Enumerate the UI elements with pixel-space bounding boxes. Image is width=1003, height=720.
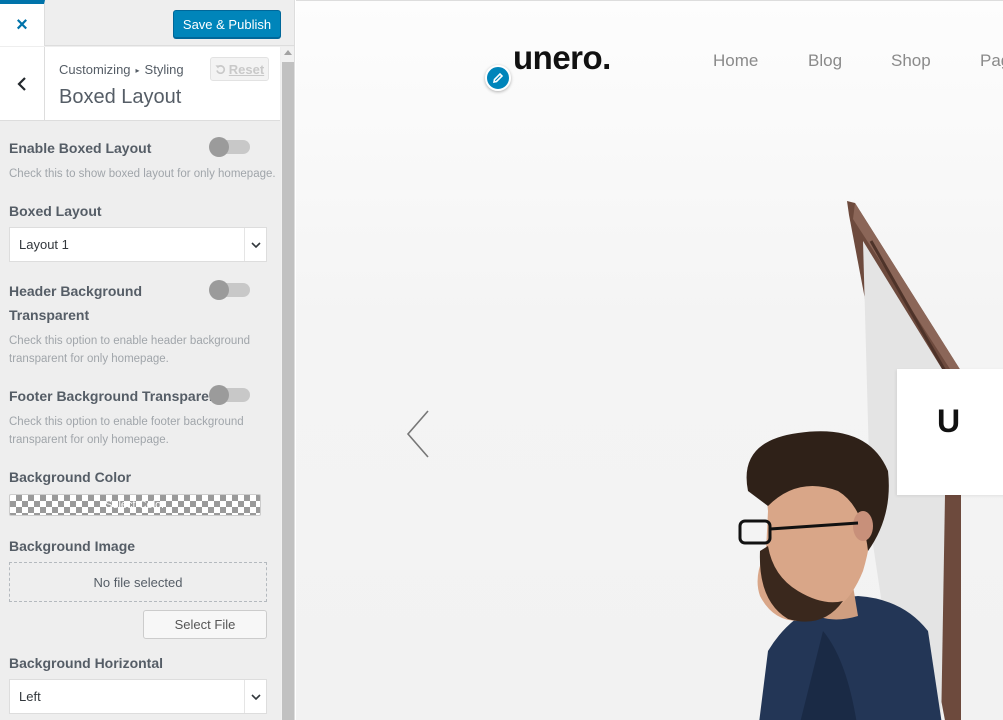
- chevron-down-icon: [244, 228, 266, 261]
- header-transparent-label-line2: Transparent: [9, 307, 90, 323]
- footer-transparent-toggle[interactable]: [209, 385, 250, 405]
- nav-item-pages[interactable]: Pag: [980, 51, 1003, 71]
- section-header: Customizing ▸ Styling Boxed Layout Reset: [0, 47, 280, 121]
- site-logo[interactable]: unero.: [513, 39, 611, 77]
- footer-transparent-description-line2: transparent for only homepage.: [9, 434, 169, 446]
- header-transparent-label-line1: Header Background: [9, 283, 143, 299]
- nav-item-blog[interactable]: Blog: [808, 51, 842, 71]
- background-color-label: Background Color: [9, 469, 132, 485]
- close-icon: ×: [16, 13, 28, 36]
- footer-transparent-description-line1: Check this option to enable footer backg…: [9, 416, 244, 428]
- reset-button[interactable]: Reset: [210, 57, 269, 81]
- background-horizontal-label: Background Horizontal: [9, 655, 164, 671]
- boxed-layout-value: Layout 1: [19, 237, 69, 252]
- enable-boxed-layout-toggle[interactable]: [209, 137, 250, 157]
- header-transparent-toggle[interactable]: [209, 280, 250, 300]
- slide-caption-text: U: [937, 403, 961, 439]
- background-horizontal-select[interactable]: Left: [9, 679, 267, 714]
- select-file-button[interactable]: Select File: [143, 610, 267, 639]
- reset-label: Reset: [228, 61, 265, 77]
- breadcrumb-parent: Customizing: [59, 62, 131, 77]
- save-publish-button[interactable]: Save & Publish: [173, 10, 281, 38]
- breadcrumb: Customizing ▸ Styling: [59, 62, 184, 77]
- section-title: Boxed Layout: [59, 86, 182, 108]
- undo-icon: [215, 64, 225, 74]
- select-color-button[interactable]: Select Color: [9, 494, 261, 516]
- header-transparent-description-line1: Check this option to enable header backg…: [9, 335, 251, 347]
- pencil-icon: [492, 72, 504, 84]
- breadcrumb-arrow-icon: ▸: [135, 66, 140, 75]
- background-horizontal-value: Left: [19, 689, 41, 704]
- toggle-knob: [209, 137, 229, 157]
- enable-boxed-layout-description: Check this to show boxed layout for only…: [9, 168, 276, 180]
- slider-prev-button[interactable]: [404, 409, 434, 459]
- nav-item-home[interactable]: Home: [713, 51, 758, 71]
- background-image-label: Background Image: [9, 538, 136, 554]
- chevron-left-icon: [406, 410, 429, 458]
- close-customizer-button[interactable]: ×: [0, 0, 45, 46]
- chevron-down-icon: [244, 680, 266, 713]
- toggle-knob: [209, 385, 229, 405]
- scrollbar-thumb[interactable]: [282, 62, 294, 720]
- select-color-label: Select Color: [105, 499, 165, 511]
- chevron-left-icon: [17, 77, 26, 91]
- enable-boxed-layout-label: Enable Boxed Layout: [9, 140, 152, 156]
- boxed-layout-label: Boxed Layout: [9, 203, 102, 219]
- slide-caption-card: U: [897, 369, 1003, 495]
- nav-item-shop[interactable]: Shop: [891, 51, 931, 71]
- toggle-knob: [209, 280, 229, 300]
- customizer-header: × Save & Publish: [0, 0, 294, 46]
- site-preview: unero. Home Blog Shop Pag U: [296, 0, 1003, 720]
- header-transparent-description-line2: transparent for only homepage.: [9, 353, 169, 365]
- back-button[interactable]: [0, 47, 45, 121]
- boxed-layout-select[interactable]: Layout 1: [9, 227, 267, 262]
- edit-shortcut-button[interactable]: [485, 65, 511, 91]
- scroll-up-arrow-icon[interactable]: [284, 50, 292, 55]
- no-file-placeholder: No file selected: [93, 574, 183, 590]
- breadcrumb-child: Styling: [144, 62, 184, 77]
- file-dropzone[interactable]: No file selected: [9, 562, 267, 602]
- customizer-sidebar: × Save & Publish Customizing ▸ Styling Box…: [0, 0, 295, 720]
- footer-transparent-label: Footer Background Transparent: [9, 388, 223, 404]
